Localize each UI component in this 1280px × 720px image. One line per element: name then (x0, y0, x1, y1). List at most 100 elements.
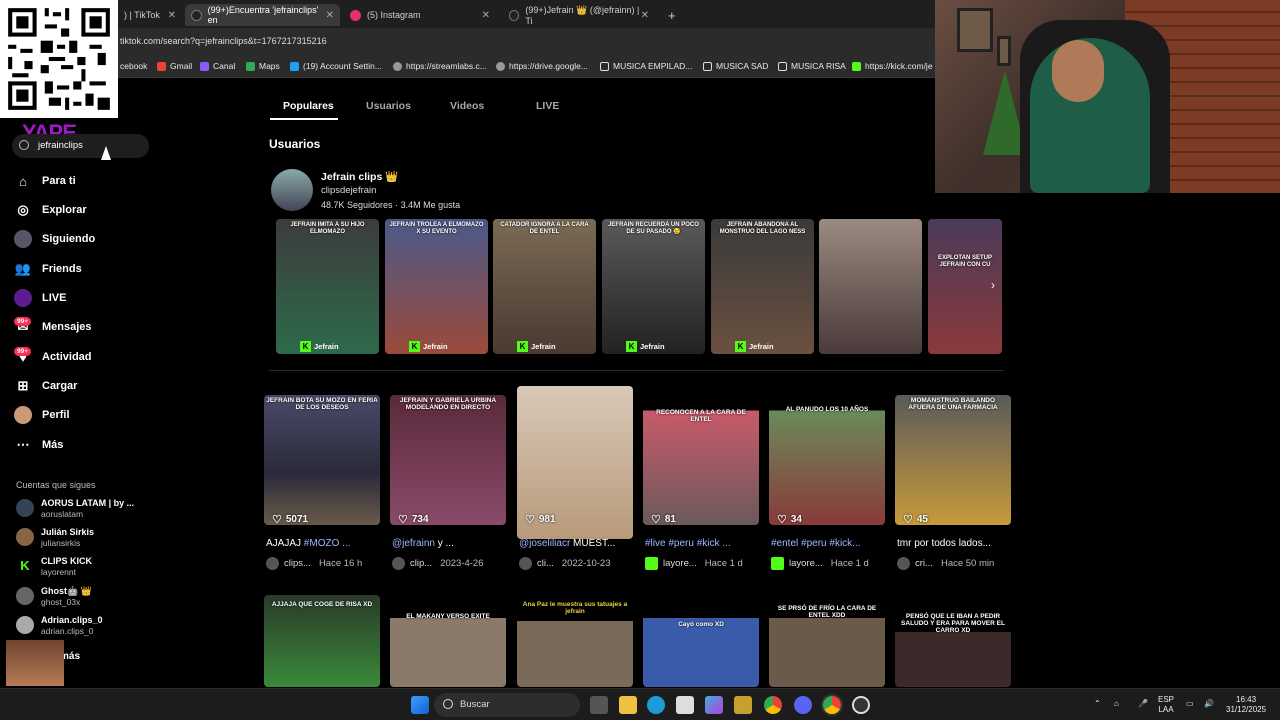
user-video-thumb[interactable]: JEFRAIN TROLEA A ELMOMAZO X SU EVENTO K Je… (385, 219, 488, 354)
tab-populares[interactable]: Populares (283, 100, 334, 112)
following-section-title: Cuentas que sigues (16, 480, 96, 490)
address-bar[interactable]: tiktok.com/search?q=jefrainclips&t=17672… (0, 28, 940, 56)
video-thumbnail[interactable]: AL PANUDO LOS 10 AÑOS (769, 395, 885, 525)
video-thumbnail[interactable]: RECONOCEN A LA CARA DE ENTEL (643, 395, 759, 525)
bookmark-item[interactable]: https://kick.com/je (852, 61, 933, 71)
video-card[interactable]: AJJAJA QUE COGE DE RISA XD (264, 595, 380, 687)
heart-icon: ♡ (398, 514, 408, 526)
upload-icon: ⊞ (17, 378, 29, 393)
obs-icon[interactable] (852, 696, 870, 714)
tab-label: (99+)Jefrain 👑 (@jefrainn) | Ti (525, 4, 640, 26)
video-card[interactable]: Ana Paz le muestra sus tatuajes a jefrai… (517, 595, 633, 687)
home-icon: ⌂ (19, 173, 27, 189)
bookmark-folder[interactable]: MUSICA RISA (778, 61, 846, 71)
warcraft-icon[interactable] (734, 696, 752, 714)
nav-explorar[interactable]: ◎ Explorar (14, 197, 86, 223)
notification-badge: 99+ (14, 317, 32, 326)
avatar-icon (14, 230, 32, 248)
avatar (266, 557, 279, 570)
webcam-overlay (935, 0, 1280, 193)
clock[interactable]: 16:43 31/12/2025 (1226, 695, 1266, 715)
chrome-active-icon[interactable] (823, 696, 841, 714)
chrome-icon[interactable] (764, 696, 782, 714)
bookmark-item[interactable]: (19) Account Settin... (290, 61, 382, 71)
video-thumbnail[interactable]: JEFRAIN Y GABRIELA URBINA MODELANDO EN D… (390, 395, 506, 525)
nav-friends[interactable]: 👥 Friends (14, 256, 82, 282)
heart-icon: ♡ (525, 514, 535, 526)
bookmark-item[interactable]: cebook (120, 61, 147, 71)
tab-live[interactable]: LIVE (536, 100, 559, 112)
video-thumbnail[interactable]: MOMANSTRUO BAILANDO AFUERA DE UNA FARMAC… (895, 395, 1011, 525)
tab-label: ) | TikTok (124, 10, 160, 20)
kick-icon (771, 557, 784, 570)
heart-icon: ♡ (651, 514, 661, 526)
close-icon[interactable]: ✕ (326, 10, 334, 21)
user-avatar[interactable] (271, 169, 313, 211)
tab-instagram[interactable]: (5) Instagram ✕ (344, 4, 496, 26)
globe-icon (393, 61, 402, 71)
video-thumbnail[interactable]: JEFRAIN BOTA SU MOZO EN FERIA DE LOS DES… (264, 395, 380, 525)
search-input[interactable]: jefrainclips (12, 134, 149, 158)
bookmark-item[interactable]: Canal (200, 61, 235, 71)
qr-code (0, 0, 118, 118)
chevron-right-icon[interactable]: › (985, 278, 1001, 294)
chevron-up-icon[interactable]: ⌃ (1094, 699, 1101, 709)
meme-overlay-image (6, 640, 64, 686)
bookmark-item[interactable]: Gmail (157, 61, 192, 71)
discord-icon[interactable] (794, 696, 812, 714)
bookmark-item[interactable]: https://streamlabs.c... (393, 61, 487, 71)
video-card[interactable]: PENSÓ QUE LE IBAN A PEDIR SALUDO Y ERA P… (895, 595, 1011, 687)
kick-icon (852, 61, 861, 71)
bookmark-folder[interactable]: MUSICA SAD (703, 61, 768, 71)
network-icon[interactable]: ⌂ (1114, 699, 1119, 709)
tab-label: (5) Instagram (367, 10, 421, 20)
user-name[interactable]: Jefrain clips 👑 (321, 170, 398, 183)
bookmark-item[interactable]: https://drive.google... (496, 61, 588, 71)
task-view-icon[interactable] (590, 696, 608, 714)
close-icon[interactable]: ✕ (641, 10, 649, 21)
nav-perfil[interactable]: Perfil (14, 402, 70, 428)
kick-icon: K (300, 341, 311, 352)
volume-icon[interactable]: 🔊 (1204, 699, 1214, 709)
user-video-thumb[interactable]: JEFRAIN IMITA A SU HIJO ELMOMAZO K Jefrain (276, 219, 379, 354)
wifi-icon[interactable]: ▭ (1186, 699, 1194, 709)
search-value: jefrainclips (38, 140, 83, 151)
user-video-thumb[interactable]: JEFRAIN ABANDONA AL MONSTRUO DEL LAGO NE… (711, 219, 814, 354)
nav-live[interactable]: LIVE (14, 285, 66, 311)
close-icon[interactable]: ✕ (482, 10, 490, 21)
tab-jefrain-tiktok[interactable]: (99+)Jefrain 👑 (@jefrainn) | Ti ✕ (503, 4, 655, 26)
taskbar-search[interactable]: Buscar (434, 693, 580, 717)
user-video-thumb[interactable]: JEFRAIN RECUERDA UN POCO DE SU PASADO 😢 K… (602, 219, 705, 354)
tab-tiktok[interactable]: ) | TikTok ✕ (118, 4, 182, 26)
language-indicator[interactable]: ESP LAA (1158, 695, 1174, 715)
file-explorer-icon[interactable] (619, 696, 637, 714)
nav-cargar[interactable]: ⊞ Cargar (14, 373, 78, 399)
app-icon[interactable] (676, 696, 694, 714)
video-card[interactable]: SE PRSÓ DE FRÍO LA CARA DE ENTEL XDD (769, 595, 885, 687)
microphone-icon[interactable]: 🎤 (1138, 699, 1148, 709)
bookmark-item[interactable]: Maps (246, 61, 280, 71)
nav-siguiendo[interactable]: Siguiendo (14, 226, 95, 252)
user-video-thumb[interactable] (819, 219, 922, 354)
close-icon[interactable]: ✕ (168, 10, 176, 21)
avatar (16, 587, 34, 605)
tab-videos[interactable]: Videos (450, 100, 484, 112)
tab-search-jefrainclips[interactable]: (99+)Encuentra 'jefrainclips' en ✕ (185, 4, 340, 26)
url-text[interactable]: tiktok.com/search?q=jefrainclips&t=17672… (120, 36, 327, 46)
nav-mas[interactable]: ⋯ Más (14, 432, 64, 458)
account-icon (290, 61, 299, 71)
folder-icon (778, 61, 787, 71)
user-video-thumb[interactable]: CATADOR IGNORA A LA CARA DE ENTEL K Jefrai… (493, 219, 596, 354)
bookmark-folder[interactable]: MUSICA EMPILAD... (600, 61, 692, 71)
nav-para-ti[interactable]: ⌂ Para ti (14, 168, 76, 194)
tab-usuarios[interactable]: Usuarios (366, 100, 411, 112)
video-card[interactable]: EL MAKANY VERSO EXITE (390, 595, 506, 687)
kick-icon: K (409, 341, 420, 352)
windows-start-icon[interactable] (411, 696, 429, 714)
maps-icon (246, 61, 255, 71)
heart-icon: ♡ (777, 514, 787, 526)
video-card[interactable]: Cayó como XD (643, 595, 759, 687)
new-tab-button[interactable]: + (662, 4, 682, 26)
edge-icon[interactable] (647, 696, 665, 714)
copilot-icon[interactable] (705, 696, 723, 714)
